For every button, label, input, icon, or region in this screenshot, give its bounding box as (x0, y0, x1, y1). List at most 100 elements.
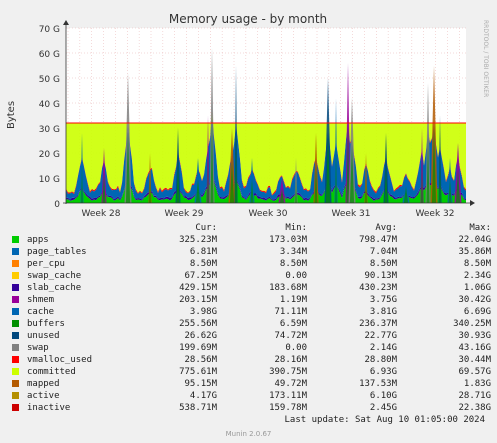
legend-min: 183.68M (269, 283, 307, 293)
legend-row-slab-cache: slab_cache 429.15M 183.68M 430.23M 1.06G (10, 282, 491, 294)
legend-swatch (12, 248, 19, 255)
legend-max: 22.38G (458, 403, 491, 413)
legend-swatch (12, 404, 19, 411)
legend-name: page_tables (27, 247, 87, 257)
legend-name: apps (27, 235, 49, 245)
legend-max: 2.34G (463, 271, 491, 281)
legend-name: swap_cache (27, 271, 82, 281)
legend-name: buffers (27, 319, 65, 329)
legend-max: 30.93G (458, 331, 491, 341)
legend-table: Cur: Min: Avg: Max: apps 325.23M 173.03M 79… (10, 221, 491, 414)
legend-name: per_cpu (27, 259, 65, 269)
legend-min: 49.72M (274, 379, 307, 389)
legend-row-page-tables: page_tables 6.81M 3.34M 7.04M 35.86M (10, 246, 491, 258)
legend-min: 0.00 (285, 343, 307, 353)
y-tick-label: 20 G (39, 150, 60, 160)
legend-row-buffers: buffers 255.56M 6.59M 236.37M 340.25M (10, 318, 491, 330)
legend-row-mapped: mapped 95.15M 49.72M 137.53M 1.83G (10, 378, 491, 390)
legend-cur: 255.56M (179, 319, 217, 329)
legend-max: 35.86M (458, 247, 491, 257)
legend-avg: 7.04M (369, 247, 397, 257)
x-tick-label: Week 31 (332, 209, 371, 219)
legend-max: 340.25M (453, 319, 491, 329)
legend-swatch (12, 356, 19, 363)
legend-avg: 137.53M (359, 379, 397, 389)
legend-row-apps: apps 325.23M 173.03M 798.47M 22.04G (10, 234, 491, 246)
munin-graph: Memory usage - by month RRDTOOL / TOBI O… (0, 0, 497, 443)
legend-cur: 3.98G (189, 307, 217, 317)
legend-swatch (12, 320, 19, 327)
legend-name: committed (27, 367, 76, 377)
legend-cur: 203.15M (179, 295, 217, 305)
legend-avg: 8.50M (369, 259, 397, 269)
legend-swatch (12, 296, 19, 303)
legend-row-vmalloc-used: vmalloc_used 28.56M 28.16M 28.80M 30.44M (10, 354, 491, 366)
legend-cur: 6.81M (189, 247, 217, 257)
legend-avg: 6.93G (369, 367, 397, 377)
legend-swatch (12, 308, 19, 315)
legend-cur: 26.62G (184, 331, 217, 341)
legend-swatch (12, 284, 19, 291)
legend-avg: 90.13M (364, 271, 397, 281)
legend-min: 0.00 (285, 271, 307, 281)
legend-avg: 798.47M (359, 235, 397, 245)
last-update-text: Last update: Sat Aug 10 01:05:00 2024 (284, 415, 485, 425)
legend-avg: 6.10G (369, 391, 397, 401)
legend-name: vmalloc_used (27, 355, 93, 365)
x-tick-label: Week 32 (416, 209, 455, 219)
legend-max: 8.50M (463, 259, 491, 269)
legend-min: 173.11M (269, 391, 307, 401)
legend-swatch (12, 236, 19, 243)
legend-name: shmem (27, 295, 55, 305)
legend-cur: 8.50M (189, 259, 217, 269)
y-tick-label: 10 G (39, 175, 60, 185)
legend-cur: 429.15M (179, 283, 217, 293)
legend-swatch (12, 392, 19, 399)
legend-min: 159.78M (269, 403, 307, 413)
legend-max: 30.42G (458, 295, 491, 305)
chart-title: Memory usage - by month (169, 12, 327, 26)
legend-swatch (12, 380, 19, 387)
legend-min: 28.16M (274, 355, 307, 365)
legend-name: active (27, 391, 60, 401)
legend-avg: 3.75G (369, 295, 397, 305)
legend-min: 3.34M (279, 247, 307, 257)
legend-max: 1.06G (463, 283, 491, 293)
legend-name: mapped (27, 379, 60, 389)
y-tick-label: 30 G (39, 125, 60, 135)
legend-min: 1.19M (279, 295, 307, 305)
legend-avg: 2.14G (369, 343, 397, 353)
x-axis-arrow (470, 200, 475, 206)
legend-swatch (12, 272, 19, 279)
legend-min: 74.72M (274, 331, 307, 341)
legend-cur: 325.23M (179, 235, 217, 245)
legend-header-cur: Cur: (195, 222, 217, 233)
legend-cur: 95.15M (184, 379, 217, 389)
x-tick-label: Week 28 (82, 209, 121, 219)
legend-row-committed: committed 775.61M 390.75M 6.93G 69.57G (10, 366, 491, 378)
legend-min: 8.50M (279, 259, 307, 269)
legend-header-min: Min: (285, 222, 307, 233)
legend-name: cache (27, 307, 55, 317)
legend-avg: 236.37M (359, 319, 397, 329)
y-tick-label: 70 G (39, 25, 60, 35)
y-tick-label: 60 G (39, 50, 60, 60)
munin-version-text: Munin 2.0.67 (225, 430, 272, 438)
x-tick-label: Week 30 (249, 209, 288, 219)
legend-swatch (12, 260, 19, 267)
memory-chart: Memory usage - by month RRDTOOL / TOBI O… (6, 12, 489, 219)
legend-max: 30.44M (458, 355, 491, 365)
legend-header-max: Max: (469, 222, 491, 233)
legend-name: swap (27, 343, 49, 353)
side-label: RRDTOOL / TOBI OETIKER (482, 20, 489, 97)
legend-min: 6.59M (279, 319, 307, 329)
legend-max: 1.83G (463, 379, 491, 389)
legend-row-per-cpu: per_cpu 8.50M 8.50M 8.50M 8.50M (10, 258, 491, 270)
y-tick-label: 0 (54, 200, 60, 210)
y-tick-label: 50 G (39, 75, 60, 85)
legend-avg: 22.77G (364, 331, 397, 341)
legend-row-swap-cache: swap_cache 67.25M 0.00 90.13M 2.34G (10, 270, 491, 282)
legend-avg: 28.80M (364, 355, 397, 365)
legend-min: 173.03M (269, 235, 307, 245)
legend-row-shmem: shmem 203.15M 1.19M 3.75G 30.42G (10, 294, 491, 306)
